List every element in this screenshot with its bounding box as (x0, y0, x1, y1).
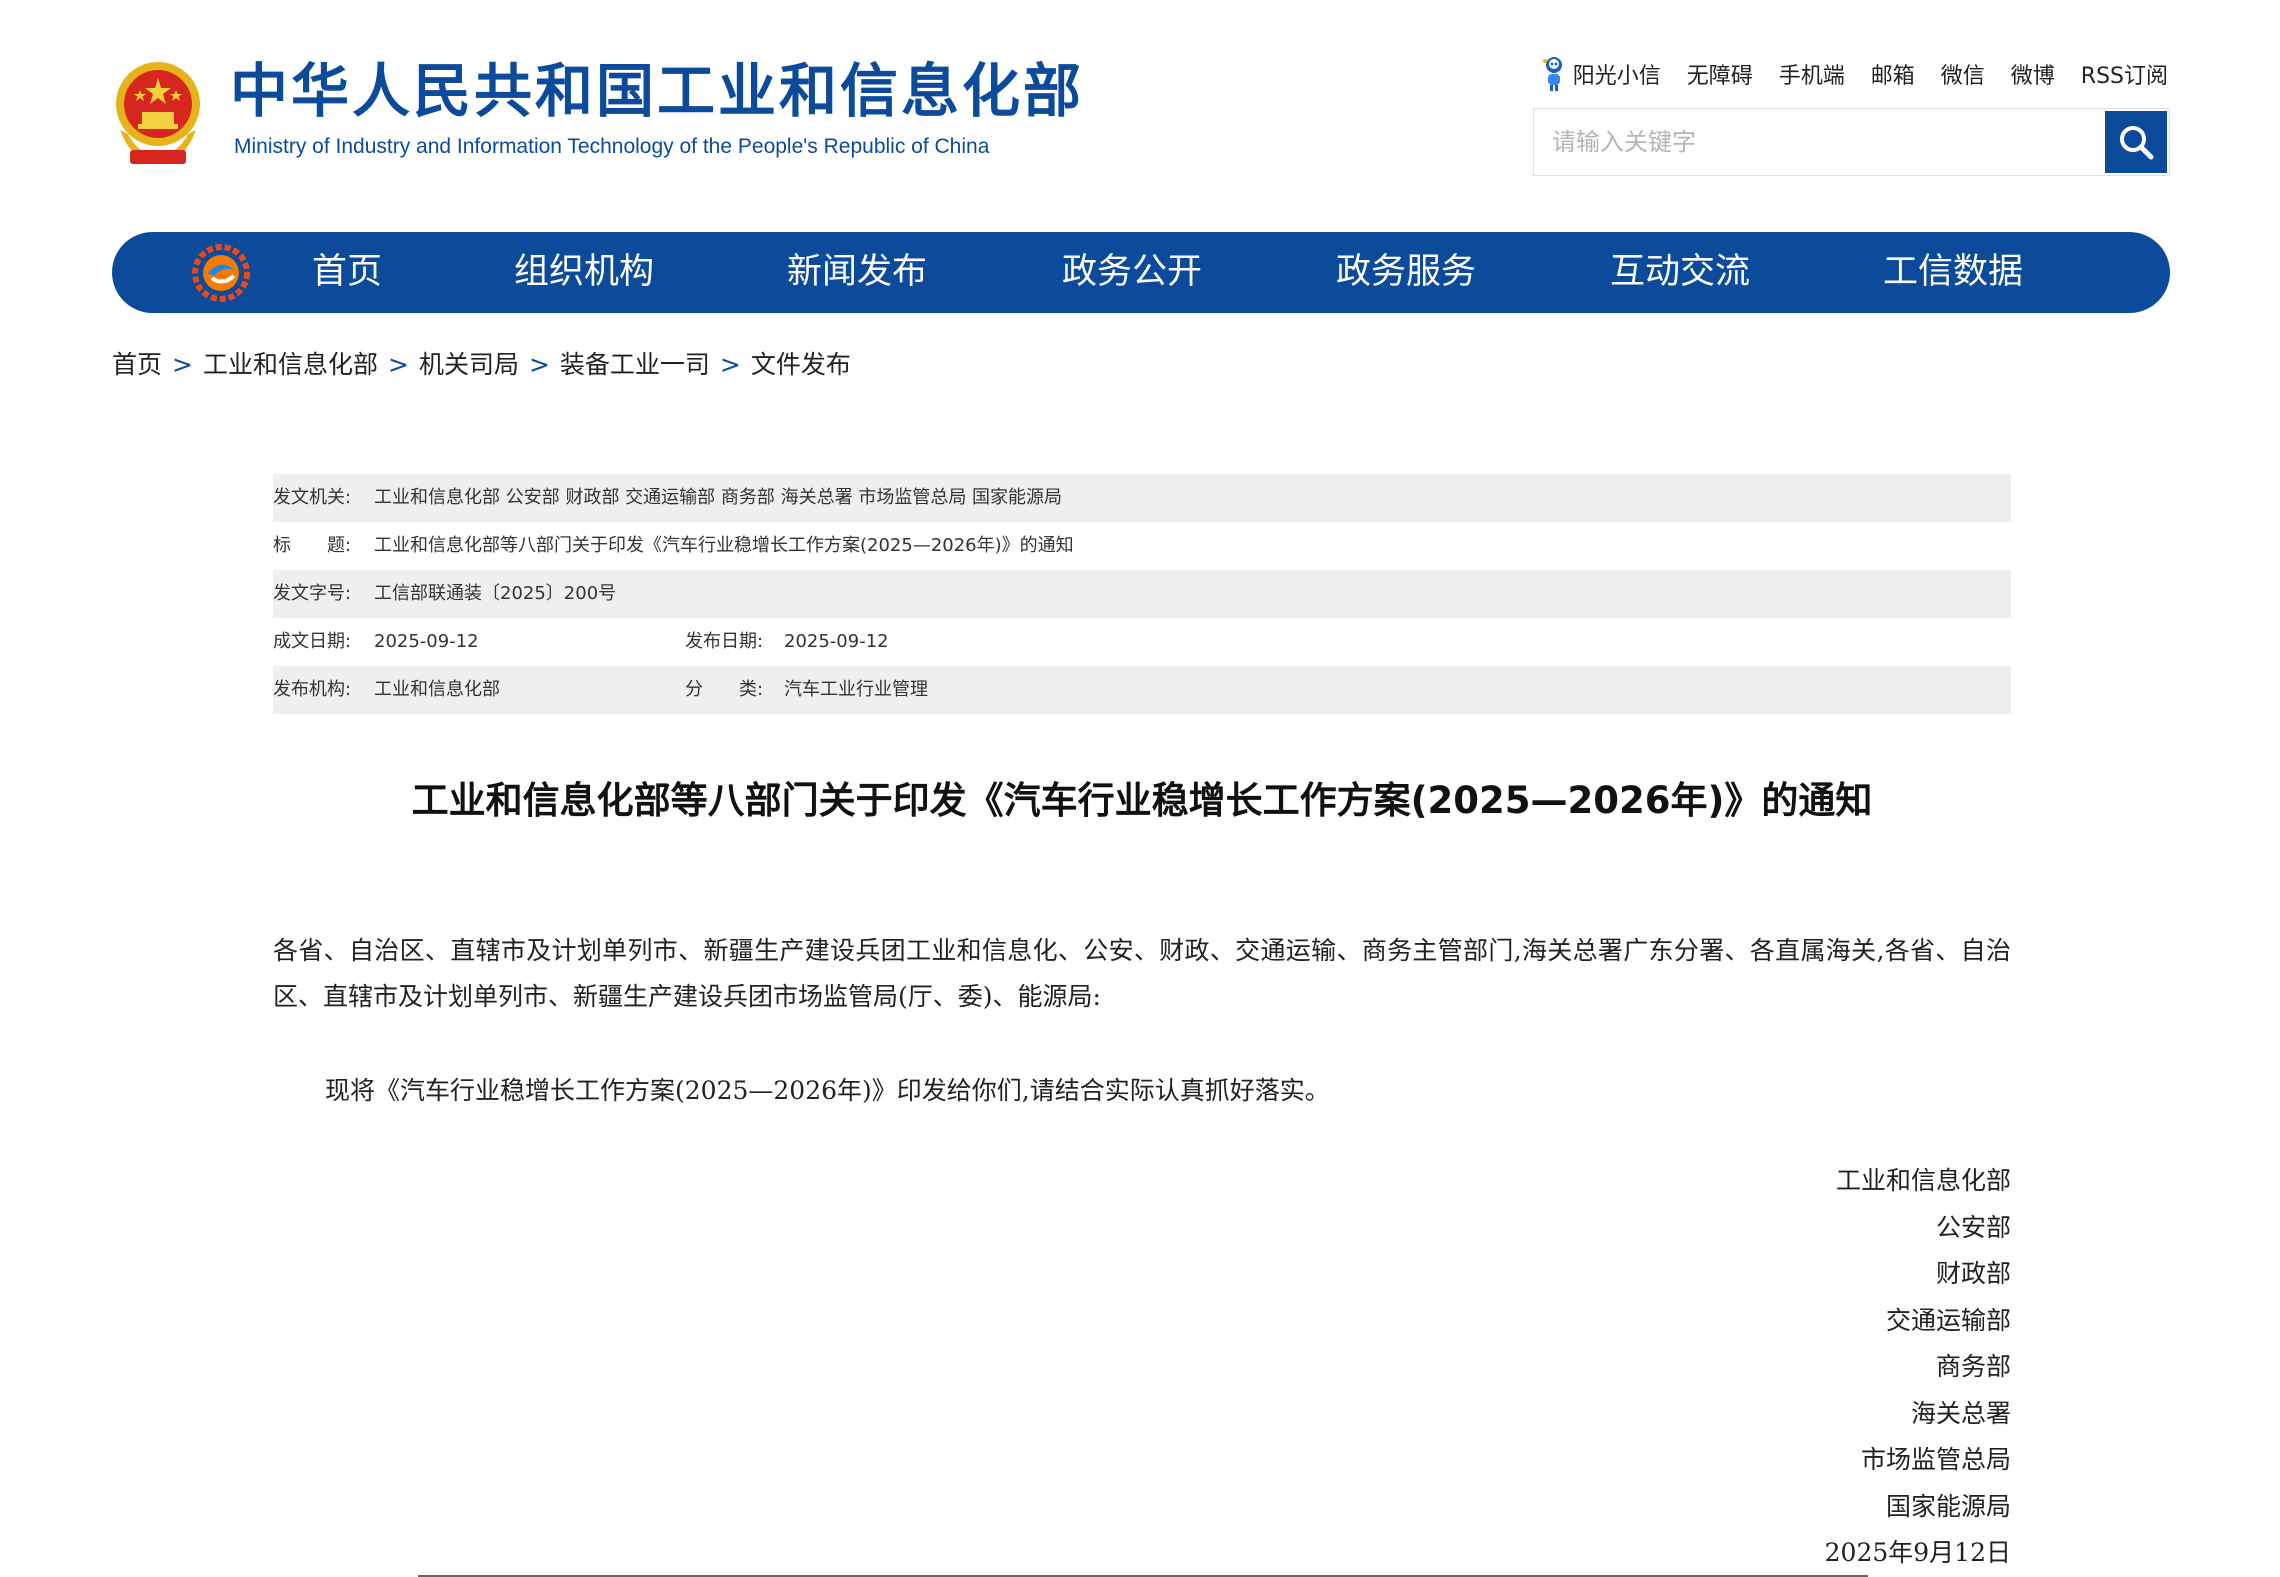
signer: 商务部 (1935, 1352, 2011, 1381)
created-date-label: 成文日期: (273, 631, 352, 652)
sunshine-assistant-label: 阳光小信 (1572, 64, 1661, 89)
document-signers: 工业和信息化部 公安部 财政部 交通运输部 商务部 海关总署 市场监管总局 国家… (1825, 1158, 2011, 1577)
issuer-value: 工业和信息化部 公安部 财政部 交通运输部 商务部 海关总署 市场监管总局 国家… (374, 487, 1063, 508)
meta-row-doc-no: 发文字号: 工信部联通装〔2025〕200号 (273, 570, 2011, 618)
email-link[interactable]: 邮箱 (1871, 58, 1915, 90)
breadcrumb: 首页 > 工业和信息化部 > 机关司局 > 装备工业一司 > 文件发布 (112, 345, 851, 381)
org-label: 发布机构: (273, 679, 352, 700)
ministry-logo-icon[interactable] (192, 244, 250, 302)
accessibility-link[interactable]: 无障碍 (1687, 58, 1753, 90)
search-button[interactable] (2105, 111, 2167, 173)
search-box (1533, 108, 2170, 176)
doc-no-label: 发文字号: (273, 583, 352, 604)
breadcrumb-bureaus[interactable]: 机关司局 (419, 350, 519, 379)
site-title[interactable]: 中华人民共和国工业和信息化部 (230, 62, 1084, 120)
document-date: 2025年9月12日 (1824, 1538, 2011, 1567)
site-subtitle: Ministry of Industry and Information Tec… (234, 135, 990, 158)
national-emblem-icon[interactable] (112, 60, 204, 168)
signer: 公安部 (1935, 1212, 2011, 1242)
signer: 交通运输部 (1885, 1305, 2011, 1335)
top-links: 阳光小信 无障碍 手机端 邮箱 微信 微博 RSS订阅 (1541, 56, 2168, 92)
document-title: 工业和信息化部等八部门关于印发《汽车行业稳增长工作方案(2025—2026年)》… (411, 779, 1873, 822)
meta-row-issuer: 发文机关: 工业和信息化部 公安部 财政部 交通运输部 商务部 海关总署 市场监… (273, 474, 2011, 522)
mobile-link[interactable]: 手机端 (1779, 58, 1845, 90)
robot-assistant-icon (1542, 57, 1562, 91)
wechat-link[interactable]: 微信 (1941, 58, 1985, 90)
meta-row-dates: 成文日期: 2025-09-12 发布日期: 2025-09-12 (273, 618, 2011, 666)
signer: 国家能源局 (1885, 1491, 2011, 1521)
document-addressee: 各省、自治区、直辖市及计划单列市、新疆生产建设兵团工业和信息化、公安、财政、交通… (273, 936, 2011, 1011)
document-paragraph: 现将《汽车行业稳增长工作方案(2025—2026年)》印发给你们,请结合实际认真… (325, 1076, 1330, 1105)
breadcrumb-home[interactable]: 首页 (112, 350, 162, 379)
title-value: 工业和信息化部等八部门关于印发《汽车行业稳增长工作方案(2025—2026年)》… (374, 535, 1074, 556)
issuer-label: 发文机关: (273, 487, 352, 508)
search-input[interactable] (1534, 109, 2094, 175)
breadcrumb-separator: > (387, 350, 409, 379)
sunshine-assistant-link[interactable]: 阳光小信 (1541, 56, 1661, 92)
main-nav: 首页 组织机构 新闻发布 政务公开 政务服务 互动交流 工信数据 (112, 232, 2170, 313)
nav-data[interactable]: 工信数据 (1883, 232, 2023, 313)
breadcrumb-current[interactable]: 文件发布 (751, 350, 851, 379)
meta-row-org: 发布机构: 工业和信息化部 分 类: 汽车工业行业管理 (273, 666, 2011, 714)
created-date-value: 2025-09-12 (374, 631, 479, 652)
breadcrumb-separator: > (172, 350, 193, 379)
weibo-link[interactable]: 微博 (2011, 58, 2055, 90)
nav-gov-affairs[interactable]: 政务公开 (1062, 232, 1202, 313)
signer: 海关总署 (1910, 1398, 2011, 1428)
nav-gov-services[interactable]: 政务服务 (1336, 232, 1476, 313)
category-label: 分 类: (685, 679, 764, 700)
breadcrumb-department[interactable]: 装备工业一司 (560, 350, 710, 379)
signer: 财政部 (1935, 1259, 2011, 1288)
category-value: 汽车工业行业管理 (784, 679, 928, 700)
nav-home[interactable]: 首页 (312, 232, 382, 313)
title-label: 标 题: (273, 535, 352, 556)
breadcrumb-separator: > (528, 350, 550, 379)
breadcrumb-ministry[interactable]: 工业和信息化部 (203, 350, 378, 379)
signer: 工业和信息化部 (1835, 1166, 2011, 1195)
rss-link[interactable]: RSS订阅 (2081, 58, 2168, 90)
document-meta-table: 发文机关: 工业和信息化部 公安部 财政部 交通运输部 商务部 海关总署 市场监… (273, 474, 2011, 714)
nav-organization[interactable]: 组织机构 (514, 232, 654, 313)
nav-news[interactable]: 新闻发布 (787, 232, 927, 313)
published-date-label: 发布日期: (685, 631, 764, 652)
org-value: 工业和信息化部 (374, 679, 500, 700)
doc-no-value: 工信部联通装〔2025〕200号 (374, 583, 617, 604)
published-date-value: 2025-09-12 (784, 631, 889, 652)
search-icon (2120, 126, 2154, 160)
signer: 市场监管总局 (1860, 1445, 2011, 1474)
breadcrumb-separator: > (719, 350, 741, 379)
nav-interaction[interactable]: 互动交流 (1610, 232, 1750, 313)
meta-row-title: 标 题: 工业和信息化部等八部门关于印发《汽车行业稳增长工作方案(2025—20… (273, 522, 2011, 570)
